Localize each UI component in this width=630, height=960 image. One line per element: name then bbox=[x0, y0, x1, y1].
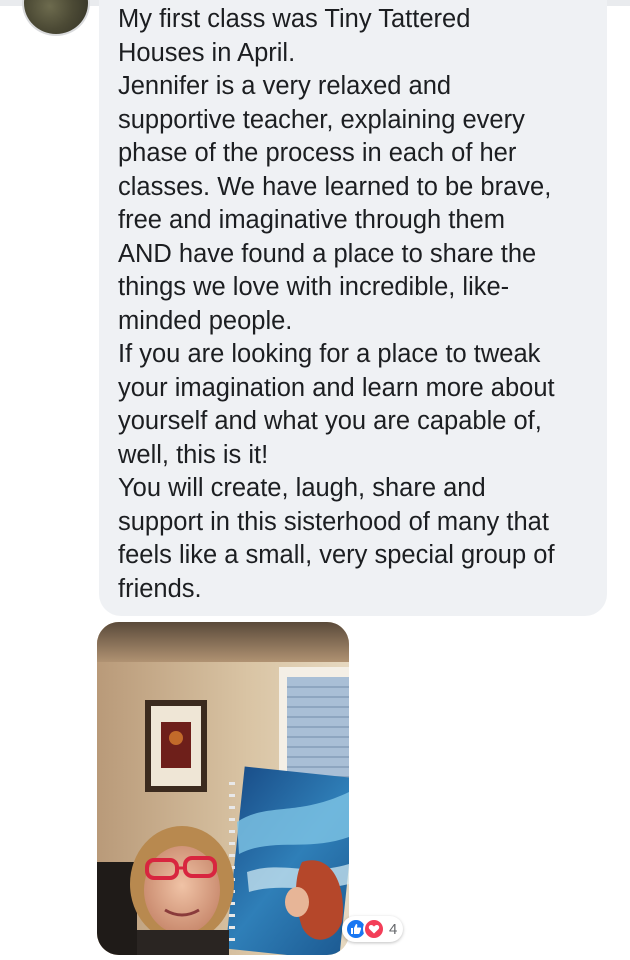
comment-line: well, this is it! bbox=[118, 440, 269, 469]
comment-line: feels like a small, very special group o… bbox=[118, 541, 555, 569]
photo-image bbox=[97, 622, 349, 955]
comment-line: friends. bbox=[118, 574, 202, 603]
comment-line: My first class was Tiny Tattered bbox=[118, 5, 471, 33]
comment-line: free and imaginative through them bbox=[118, 206, 505, 234]
comment-line: phase of the process in each of her bbox=[118, 139, 517, 167]
comment-text: My first class was Tiny Tattered Houses … bbox=[118, 3, 596, 606]
reaction-count: 4 bbox=[389, 920, 398, 938]
comment-line: If you are looking for a place to tweak bbox=[118, 340, 541, 368]
comment-line: supportive teacher, explaining every bbox=[118, 105, 525, 134]
comment-line: minded people. bbox=[118, 306, 293, 335]
comment-photo[interactable] bbox=[97, 622, 349, 955]
commenter-avatar[interactable] bbox=[22, 0, 90, 36]
comment-line: classes. We have learned to be brave, bbox=[118, 172, 552, 201]
comment-line: things we love with incredible, like- bbox=[118, 273, 510, 301]
comment-line: You will create, laugh, share and bbox=[118, 474, 486, 502]
love-icon bbox=[363, 918, 385, 940]
comment-line: your imagination and learn more about bbox=[118, 373, 555, 402]
reaction-summary[interactable]: 4 bbox=[342, 916, 404, 942]
comment-line: support in this sisterhood of many that bbox=[118, 507, 549, 536]
comment-line: Houses in April. bbox=[118, 38, 296, 67]
comment-line: AND have found a place to share the bbox=[118, 239, 537, 268]
comment-line: yourself and what you are capable of, bbox=[118, 407, 542, 435]
comment-line: Jennifer is a very relaxed and bbox=[118, 72, 452, 100]
